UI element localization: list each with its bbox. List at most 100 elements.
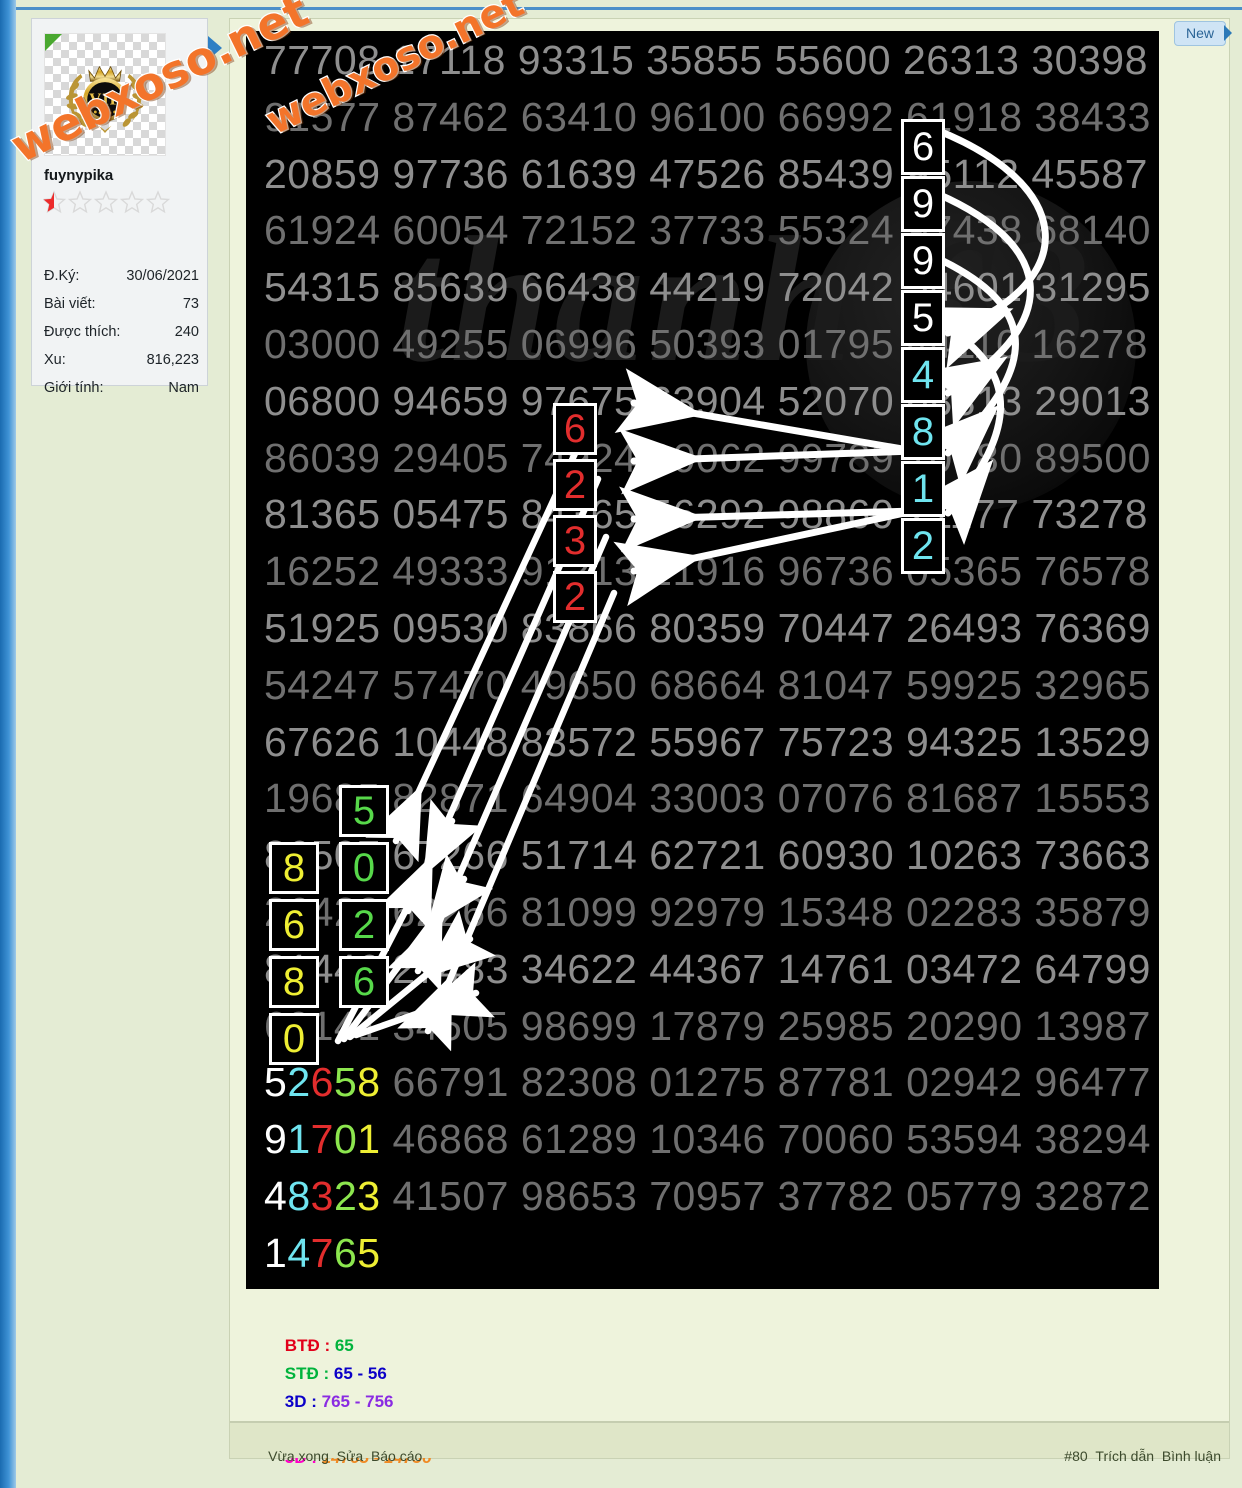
number-grid-row: 19685 82871 64904 33003 07076 81687 1555… bbox=[264, 775, 1151, 822]
color-digit: 7 bbox=[310, 1116, 334, 1163]
color-digit: 5 bbox=[357, 1229, 381, 1276]
boxed-digit-mid-2: 2 bbox=[553, 459, 597, 511]
boxed-digit-left-yellow-1: 8 bbox=[269, 842, 319, 894]
number-grid-row: 81365 05475 84365 56292 98860 21177 7327… bbox=[264, 491, 1148, 538]
stat-row-gioitinh: Giới tính: Nam bbox=[44, 380, 199, 406]
number-grid-row: 60141 34505 98699 17879 25985 20290 1398… bbox=[264, 1002, 1151, 1049]
stat-label: Được thích: bbox=[44, 324, 121, 340]
color-digit: 2 bbox=[287, 1059, 311, 1106]
footer-report-link[interactable]: Báo cáo bbox=[371, 1448, 422, 1464]
stat-row-xu: Xu: 816,223 bbox=[44, 352, 199, 378]
boxed-digit-right-7: 1 bbox=[901, 461, 945, 517]
color-digit: 1 bbox=[357, 1116, 381, 1163]
number-grid-row: 51925 09530 83866 80359 70447 26493 7636… bbox=[264, 605, 1151, 651]
color-digit: 5 bbox=[333, 1059, 358, 1106]
boxed-digit-mid-4: 2 bbox=[553, 571, 597, 623]
color-digit: 2 bbox=[333, 1173, 358, 1219]
stat-value: 30/06/2021 bbox=[126, 268, 199, 284]
boxed-digit-left-yellow-4: 0 bbox=[269, 1013, 319, 1065]
boxed-digit-right-6: 8 bbox=[901, 404, 945, 460]
stat-label: Giới tính: bbox=[44, 380, 104, 396]
number-grid-row: 26422 62266 81099 92979 15348 02283 3587… bbox=[264, 889, 1151, 935]
stat-label: Đ.Ký: bbox=[44, 268, 80, 284]
legend-label: 3D : bbox=[284, 1392, 322, 1411]
footer-post-number[interactable]: #80 bbox=[1064, 1448, 1087, 1464]
stat-value: 816,223 bbox=[146, 352, 199, 368]
color-digit: 3 bbox=[357, 1173, 381, 1219]
footer-comment-link[interactable]: Bình luận bbox=[1162, 1448, 1221, 1464]
left-edge-strip bbox=[0, 0, 16, 1488]
number-grid-row: 54315 85639 66438 44219 72042 54601 3129… bbox=[264, 264, 1151, 311]
color-digit: 7 bbox=[310, 1229, 334, 1276]
boxed-digit-right-2: 9 bbox=[901, 176, 945, 232]
user-rating-stars bbox=[43, 191, 170, 213]
boxed-digit-right-4: 5 bbox=[901, 290, 945, 346]
color-number-row: 14765 bbox=[264, 1226, 381, 1280]
footer-edit-link[interactable]: Sửa bbox=[337, 1448, 364, 1464]
page-root: VIP fuynypika Đ.Ký: 30/06/2021 Bài viết:… bbox=[0, 0, 1242, 1488]
number-grid-row: 20859 97736 61639 47526 85439 95112 4558… bbox=[264, 150, 1148, 197]
stat-value: 73 bbox=[182, 296, 199, 312]
post-footer: Vừa xong Sửa Báo cáo #80 Trích dẫn Bình … bbox=[230, 1423, 1229, 1464]
boxed-digit-mid-3: 3 bbox=[553, 515, 597, 567]
legend-label: BTĐ : bbox=[284, 1336, 335, 1355]
color-number-row: 52658 66791 82308 01275 87781 02942 9647… bbox=[264, 1055, 1151, 1109]
stat-row-baiviet: Bài viết: 73 bbox=[44, 296, 199, 322]
boxed-digit-left-green-4: 6 bbox=[339, 956, 389, 1008]
color-digit: 8 bbox=[357, 1059, 381, 1106]
legend-label: STĐ : bbox=[284, 1364, 334, 1383]
post-pointer-arrow-icon bbox=[208, 36, 222, 60]
color-digit: 4 bbox=[287, 1229, 311, 1276]
boxed-digit-mid-1: 6 bbox=[553, 403, 597, 455]
number-grid-row: 86507 67266 51714 62721 60930 10263 7366… bbox=[264, 832, 1151, 879]
online-status-corner-icon bbox=[45, 34, 62, 51]
color-digit: 8 bbox=[287, 1173, 311, 1219]
color-digit: 6 bbox=[310, 1059, 334, 1106]
number-grid-row: 16252 49333 91213 21916 96736 05365 7657… bbox=[264, 548, 1151, 595]
boxed-digit-left-yellow-3: 8 bbox=[269, 956, 319, 1008]
color-number-row: 48323 41507 98653 70957 37782 05779 3287… bbox=[264, 1169, 1151, 1223]
color-row-rest: 66791 82308 01275 87781 02942 96477 bbox=[380, 1059, 1151, 1106]
number-grid-row: 54247 57470 49650 68664 81047 59925 3296… bbox=[264, 661, 1151, 708]
number-grid-row: 86039 29405 74924 90062 99789 10780 8950… bbox=[264, 434, 1151, 481]
boxed-digit-right-8: 2 bbox=[901, 518, 945, 574]
color-digit: 4 bbox=[264, 1173, 288, 1219]
stat-value: 240 bbox=[174, 324, 199, 340]
stat-row-dangky: Đ.Ký: 30/06/2021 bbox=[44, 268, 199, 294]
color-digit: 0 bbox=[333, 1116, 358, 1163]
legend-value: 765 - 756 bbox=[321, 1392, 394, 1411]
color-digit: 9 bbox=[264, 1116, 288, 1163]
boxed-digit-left-green-2: 0 bbox=[339, 842, 389, 894]
color-digit: 6 bbox=[333, 1229, 358, 1276]
number-grid-row: 67626 10448 83572 55967 75723 94325 1352… bbox=[264, 718, 1151, 765]
color-digit: 1 bbox=[264, 1229, 288, 1276]
stat-row-duocthich: Được thích: 240 bbox=[44, 324, 199, 350]
color-row-rest: 46868 61289 10346 70060 53594 38294 bbox=[380, 1116, 1151, 1163]
new-badge[interactable]: New bbox=[1173, 21, 1233, 46]
bottom-strip bbox=[16, 1468, 1242, 1488]
number-grid-row: 81446 27483 34622 44367 14761 03472 6479… bbox=[264, 945, 1151, 992]
number-grid-row: 91577 87462 63410 96100 66992 61918 3843… bbox=[264, 93, 1151, 140]
left-edge-strip-gradient bbox=[0, 0, 16, 1488]
boxed-digit-left-green-1: 5 bbox=[339, 785, 389, 837]
number-grid-row: 77708 17118 93315 35855 55600 26313 3039… bbox=[264, 37, 1148, 83]
post-image[interactable]: thanh 63 77708 17118 93315 35855 55600 2… bbox=[246, 31, 1159, 1289]
stat-value: Nam bbox=[168, 380, 199, 396]
avatar[interactable]: VIP bbox=[44, 33, 166, 156]
boxed-digit-right-1: 6 bbox=[901, 119, 945, 175]
boxed-digit-left-yellow-2: 6 bbox=[269, 899, 319, 951]
color-digit: 3 bbox=[310, 1173, 334, 1219]
legend-line-btd: BTĐ : 65 bbox=[247, 1304, 747, 1355]
number-grid-row: 03000 49255 06996 50393 01795 44110 1627… bbox=[264, 321, 1148, 367]
legend-value: 65 bbox=[334, 1336, 354, 1355]
username[interactable]: fuynypika bbox=[44, 167, 113, 184]
boxed-digit-right-3: 9 bbox=[901, 233, 945, 289]
legend-value: 65 - 56 bbox=[333, 1364, 387, 1383]
color-digit: 5 bbox=[264, 1059, 288, 1106]
boxed-digit-right-5: 4 bbox=[901, 347, 945, 403]
post-container: New thanh 63 77708 17118 93315 35855 556… bbox=[229, 18, 1233, 1467]
footer-timestamp[interactable]: Vừa xong bbox=[268, 1448, 329, 1464]
color-digit: 1 bbox=[287, 1116, 311, 1163]
footer-quote-link[interactable]: Trích dẫn bbox=[1095, 1448, 1154, 1464]
stat-label: Bài viết: bbox=[44, 296, 96, 312]
